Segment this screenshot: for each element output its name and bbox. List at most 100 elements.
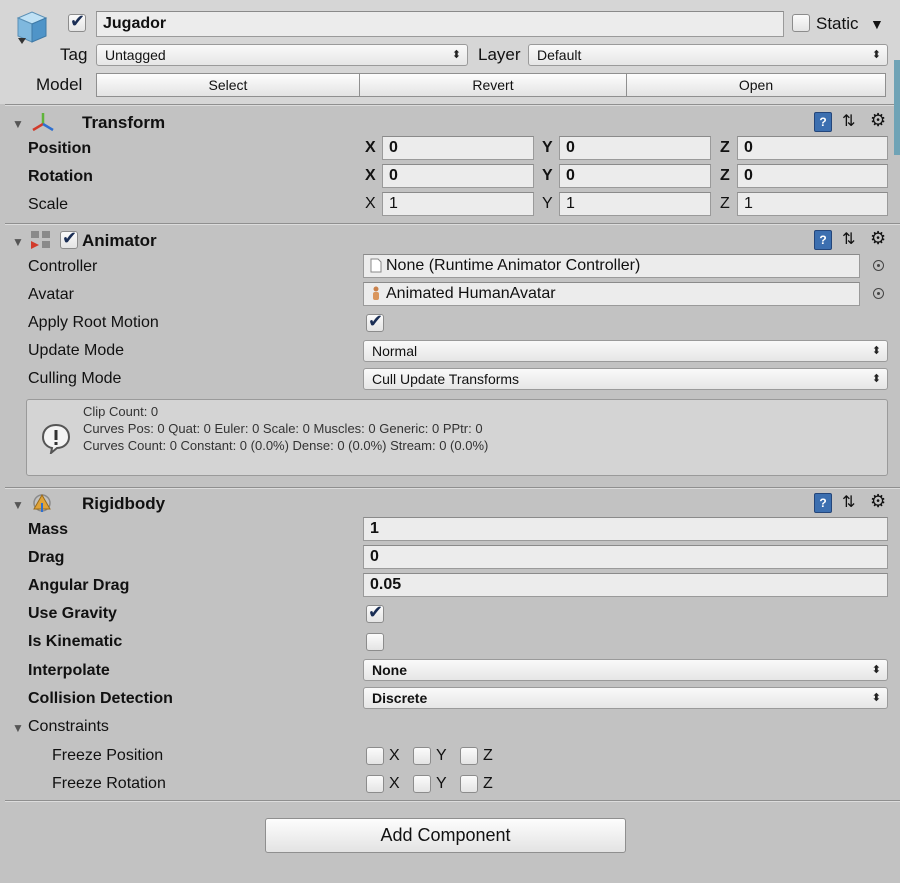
- checkmark-icon: ✔: [368, 311, 384, 331]
- freeze-position-z-label: Z: [483, 747, 493, 764]
- use-gravity-toggle[interactable]: ✔: [366, 602, 384, 623]
- animator-enabled-toggle[interactable]: ✔: [60, 228, 78, 249]
- controller-field[interactable]: None (Runtime Animator Controller): [363, 254, 860, 278]
- scale-x-field[interactable]: 1: [382, 192, 534, 216]
- position-z-field[interactable]: 0: [737, 136, 888, 160]
- info-line: Curves Count: 0 Constant: 0 (0.0%) Dense…: [83, 438, 489, 453]
- axis-y-label: Y: [542, 139, 553, 156]
- axis-x-label: X: [365, 139, 376, 156]
- model-revert-button[interactable]: Revert: [359, 73, 627, 97]
- drag-field[interactable]: 0: [363, 545, 888, 569]
- axis-y-label: Y: [542, 167, 553, 184]
- is-kinematic-toggle[interactable]: [366, 633, 384, 651]
- help-book-icon[interactable]: ?: [814, 112, 832, 132]
- gameobject-name-field[interactable]: Jugador: [96, 11, 784, 37]
- scale-label: Scale: [28, 196, 69, 213]
- freeze-position-x-toggle[interactable]: [366, 747, 384, 765]
- static-dropdown-arrow-icon[interactable]: ▼: [870, 14, 884, 34]
- use-gravity-label: Use Gravity: [28, 605, 117, 622]
- collision-detection-label: Collision Detection: [28, 690, 173, 707]
- layer-dropdown[interactable]: Default ⬍: [528, 44, 888, 66]
- scale-y-field[interactable]: 1: [559, 192, 711, 216]
- freeze-rotation-label: Freeze Rotation: [52, 775, 166, 792]
- apply-root-motion-toggle[interactable]: ✔: [366, 311, 384, 332]
- axis-x-label: X: [365, 195, 376, 212]
- updown-arrow-icon: ⬍: [871, 49, 881, 61]
- collision-detection-dropdown[interactable]: Discrete ⬍: [363, 687, 888, 709]
- preset-sliders-icon[interactable]: ⇅: [842, 493, 855, 513]
- foldout-arrow-icon[interactable]: ▼: [12, 116, 24, 132]
- static-label: Static: [816, 14, 859, 33]
- preset-sliders-icon[interactable]: ⇅: [842, 230, 855, 250]
- freeze-rotation-x-label: X: [389, 775, 400, 792]
- foldout-arrow-icon[interactable]: ▼: [12, 234, 24, 250]
- mass-field[interactable]: 1: [363, 517, 888, 541]
- constraints-label[interactable]: Constraints: [28, 717, 109, 737]
- scale-z-field[interactable]: 1: [737, 192, 888, 216]
- model-open-button[interactable]: Open: [626, 73, 886, 97]
- object-picker-icon[interactable]: [873, 288, 884, 299]
- updown-arrow-icon: ⬍: [451, 49, 461, 61]
- help-book-icon[interactable]: ?: [814, 230, 832, 250]
- avatar-field[interactable]: Animated HumanAvatar: [363, 282, 860, 306]
- updown-arrow-icon: ⬍: [871, 345, 881, 357]
- rotation-y-field[interactable]: 0: [559, 164, 711, 188]
- model-label: Model: [36, 75, 83, 94]
- updown-arrow-icon: ⬍: [871, 692, 881, 704]
- layer-label: Layer: [478, 45, 521, 64]
- interpolate-label: Interpolate: [28, 662, 110, 679]
- angular-drag-label: Angular Drag: [28, 577, 130, 594]
- preset-sliders-icon[interactable]: ⇅: [842, 112, 855, 132]
- avatar-value: Animated HumanAvatar: [386, 285, 556, 302]
- mass-label: Mass: [28, 521, 69, 538]
- separator: [5, 801, 900, 802]
- freeze-position-y-label: Y: [436, 747, 447, 764]
- animator-icon: [31, 231, 50, 249]
- freeze-position-x-label: X: [389, 747, 400, 764]
- axis-z-label: Z: [720, 139, 730, 156]
- document-icon: [370, 258, 382, 273]
- settings-gear-icon[interactable]: ⚙: [870, 491, 886, 511]
- freeze-position-z-toggle[interactable]: [460, 747, 478, 765]
- freeze-rotation-y-toggle[interactable]: [413, 775, 431, 793]
- transform-icon: [32, 113, 54, 132]
- model-select-button[interactable]: Select: [96, 73, 360, 97]
- freeze-rotation-z-label: Z: [483, 775, 493, 792]
- settings-gear-icon[interactable]: ⚙: [870, 110, 886, 130]
- avatar-label: Avatar: [28, 286, 74, 303]
- position-x-field[interactable]: 0: [382, 136, 534, 160]
- position-y-field[interactable]: 0: [559, 136, 711, 160]
- static-toggle[interactable]: [792, 14, 810, 32]
- angular-drag-field[interactable]: 0.05: [363, 573, 888, 597]
- freeze-position-y-toggle[interactable]: [413, 747, 431, 765]
- tag-dropdown[interactable]: Untagged ⬍: [96, 44, 468, 66]
- update-mode-dropdown[interactable]: Normal ⬍: [363, 340, 888, 362]
- freeze-rotation-z-toggle[interactable]: [460, 775, 478, 793]
- transform-title: Transform: [82, 113, 166, 132]
- foldout-arrow-icon[interactable]: ▼: [12, 497, 24, 513]
- axis-x-label: X: [365, 167, 376, 184]
- rotation-x-field[interactable]: 0: [382, 164, 534, 188]
- checkmark-icon: ✔: [368, 602, 384, 622]
- constraints-foldout-arrow-icon[interactable]: ▼: [12, 720, 24, 736]
- scrollbar-thumb[interactable]: [894, 60, 900, 155]
- freeze-rotation-x-toggle[interactable]: [366, 775, 384, 793]
- culling-mode-value: Cull Update Transforms: [372, 371, 520, 387]
- rigidbody-icon: [33, 493, 51, 512]
- help-book-icon[interactable]: ?: [814, 493, 832, 513]
- interpolate-dropdown[interactable]: None ⬍: [363, 659, 888, 681]
- active-toggle[interactable]: ✔: [68, 11, 86, 32]
- add-component-button[interactable]: Add Component: [265, 818, 626, 853]
- update-mode-value: Normal: [372, 343, 418, 359]
- rotation-z-field[interactable]: 0: [737, 164, 888, 188]
- layer-value: Default: [537, 47, 582, 63]
- culling-mode-dropdown[interactable]: Cull Update Transforms ⬍: [363, 368, 888, 390]
- apply-root-motion-label: Apply Root Motion: [28, 314, 159, 331]
- object-picker-icon[interactable]: [873, 260, 884, 271]
- axis-y-label: Y: [542, 195, 553, 212]
- separator: [5, 224, 900, 225]
- tag-label: Tag: [60, 45, 88, 64]
- settings-gear-icon[interactable]: ⚙: [870, 228, 886, 248]
- gameobject-cube-icon: [16, 11, 48, 44]
- animator-title: Animator: [82, 231, 157, 250]
